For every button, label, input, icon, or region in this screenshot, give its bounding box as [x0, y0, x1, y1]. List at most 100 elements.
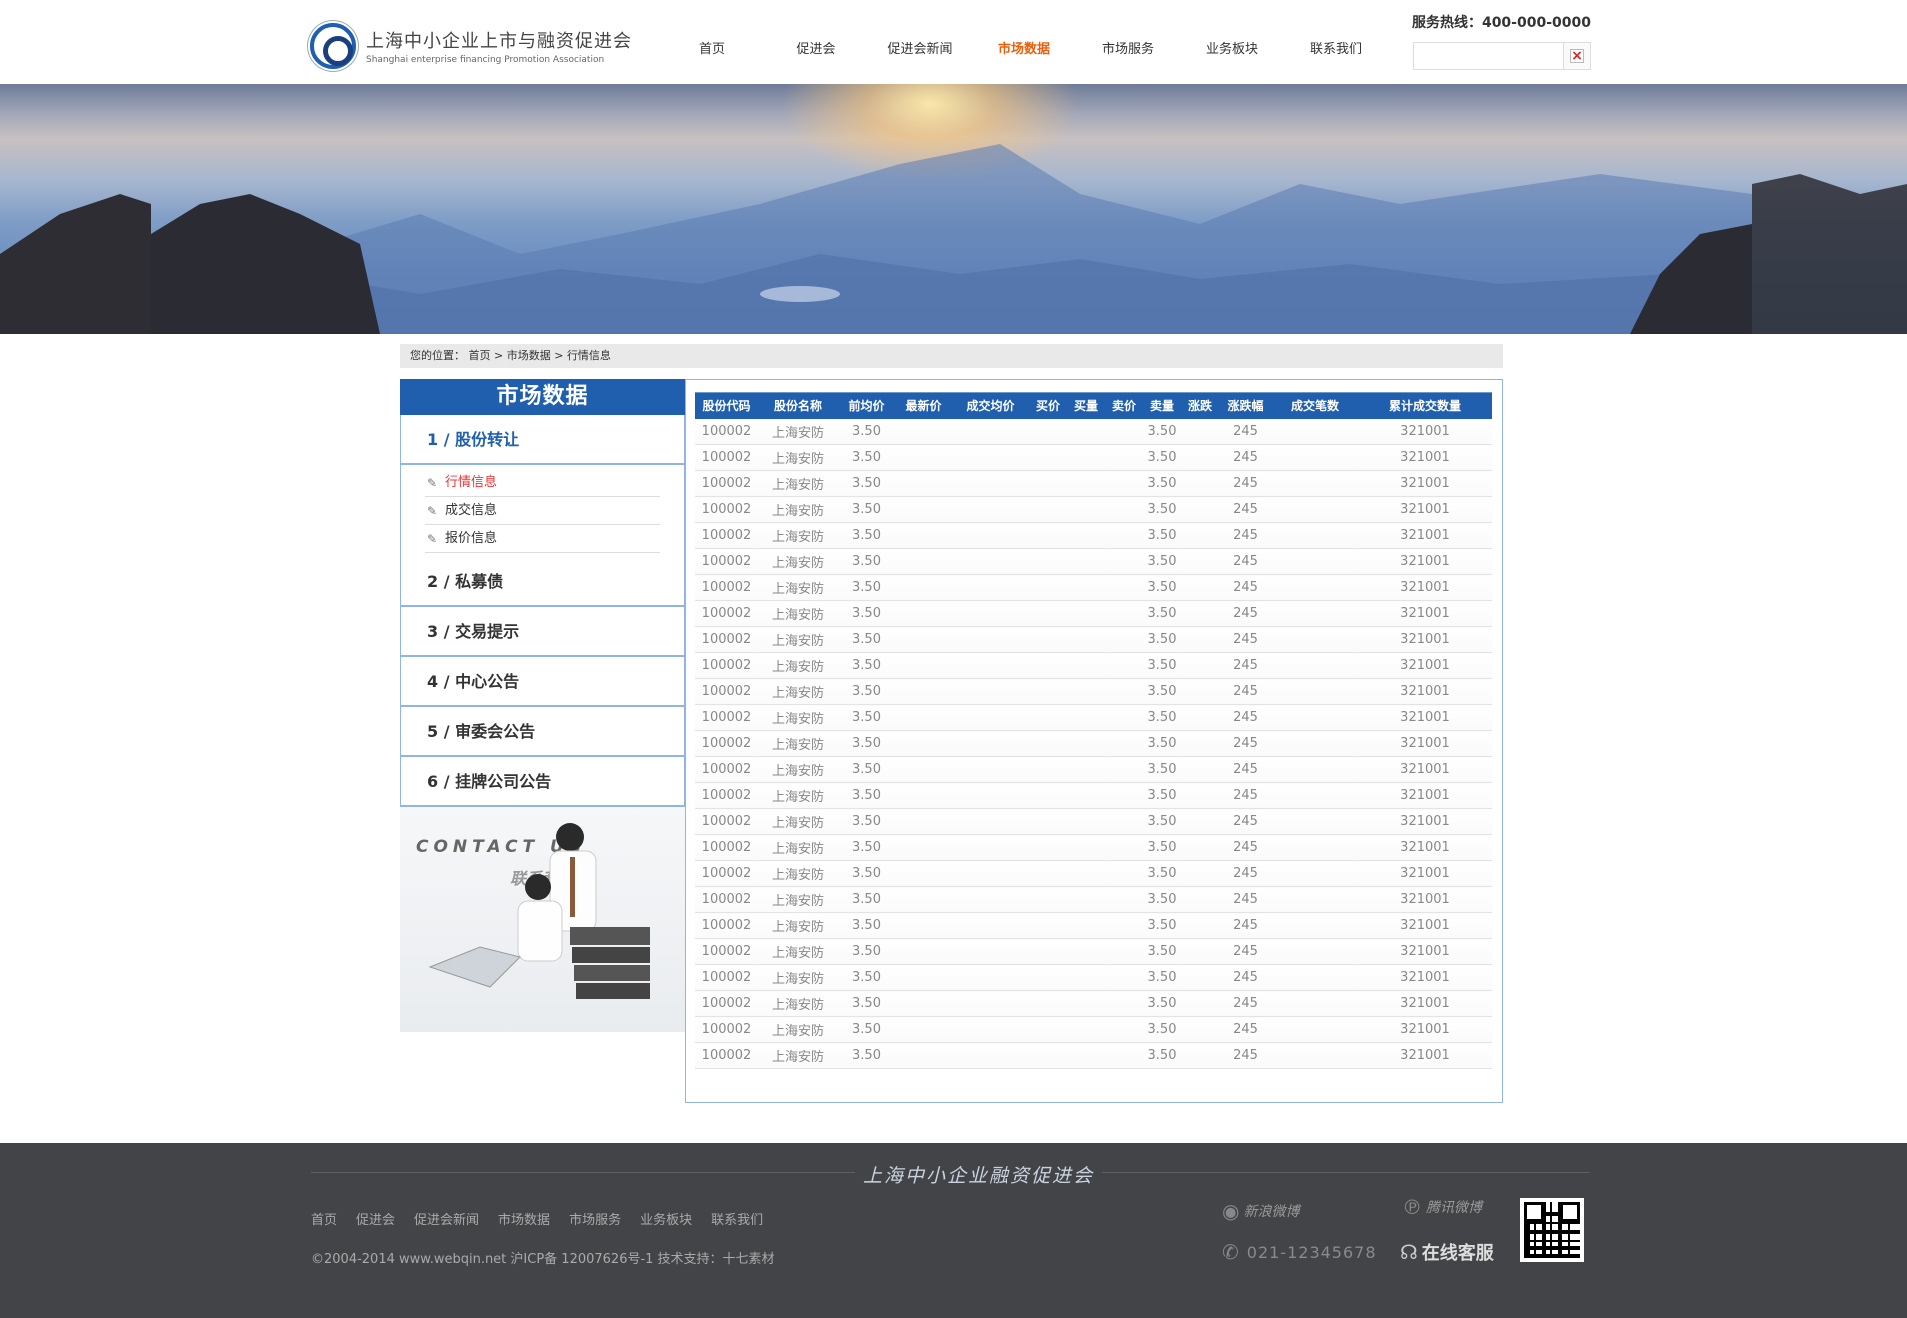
footer-nav-home[interactable]: 首页 — [311, 1209, 337, 1228]
online-service-link[interactable]: ☊ 在线客服 — [1400, 1239, 1494, 1265]
table-cell: 3.50 — [838, 938, 895, 965]
sidebar-item-center-notice[interactable]: 4 / 中心公告 — [401, 657, 684, 707]
table-row[interactable]: 100002 上海安防 3.50 3.50 245 321001 — [695, 990, 1492, 1017]
table-cell: 3.50 — [838, 964, 895, 991]
table-row[interactable]: 100002 上海安防 3.50 3.50 245 321001 — [695, 522, 1492, 549]
table-cell: 321001 — [1358, 886, 1492, 913]
table-cell: 3.50 — [838, 782, 895, 809]
table-row[interactable]: 100002 上海安防 3.50 3.50 245 321001 — [695, 600, 1492, 627]
table-cell — [952, 990, 1029, 1017]
sidebar-item-private-bond[interactable]: 2 / 私募债 — [401, 557, 684, 607]
table-cell — [1067, 860, 1105, 887]
nav-business[interactable]: 业务板块 — [1180, 38, 1284, 57]
table-cell: 上海安防 — [758, 626, 838, 653]
table-row[interactable]: 100002 上海安防 3.50 3.50 245 321001 — [695, 912, 1492, 939]
table-cell: 3.50 — [838, 522, 895, 549]
sidebar-subitem-quotes[interactable]: ✎ 行情信息 — [425, 469, 660, 497]
footer-nav-contact[interactable]: 联系我们 — [711, 1209, 763, 1228]
table-cell — [1272, 886, 1358, 913]
table-row[interactable]: 100002 上海安防 3.50 3.50 245 321001 — [695, 834, 1492, 861]
table-row[interactable]: 100002 上海安防 3.50 3.50 245 321001 — [695, 496, 1492, 523]
table-cell — [952, 470, 1029, 497]
table-row[interactable]: 100002 上海安防 3.50 3.50 245 321001 — [695, 860, 1492, 887]
tencent-weibo-link[interactable]: ℗ 腾讯微博 — [1402, 1195, 1482, 1219]
nav-association[interactable]: 促进会 — [764, 38, 868, 57]
table-cell: 100002 — [695, 860, 758, 887]
table-cell — [1105, 886, 1143, 913]
table-row[interactable]: 100002 上海安防 3.50 3.50 245 321001 — [695, 652, 1492, 679]
table-cell — [1272, 756, 1358, 783]
sidebar-item-share-transfer[interactable]: 1 / 股份转让 — [401, 415, 684, 465]
table-cell — [1181, 548, 1219, 575]
table-cell — [1272, 1016, 1358, 1043]
sidebar-item-listed-notice[interactable]: 6 / 挂牌公司公告 — [401, 757, 684, 807]
breadcrumb-market-data[interactable]: 市场数据 — [507, 349, 551, 362]
table-cell: 245 — [1219, 444, 1272, 471]
footer-nav-market-service[interactable]: 市场服务 — [569, 1209, 621, 1228]
nav-market-service[interactable]: 市场服务 — [1076, 38, 1180, 57]
table-row[interactable]: 100002 上海安防 3.50 3.50 245 321001 — [695, 444, 1492, 471]
sidebar-subitem-deals[interactable]: ✎ 成交信息 — [425, 497, 660, 525]
table-row[interactable]: 100002 上海安防 3.50 3.50 245 321001 — [695, 1042, 1492, 1069]
table-row[interactable]: 100002 上海安防 3.50 3.50 245 321001 — [695, 678, 1492, 705]
nav-news[interactable]: 促进会新闻 — [868, 38, 972, 57]
table-cell — [1272, 860, 1358, 887]
table-header-cell: 涨跌 — [1181, 392, 1219, 419]
table-cell: 上海安防 — [758, 522, 838, 549]
contact-us-banner[interactable]: CONTACT US 联系我们 — [400, 807, 685, 1032]
nav-home[interactable]: 首页 — [660, 38, 764, 57]
table-row[interactable]: 100002 上海安防 3.50 3.50 245 321001 — [695, 418, 1492, 445]
table-cell — [1029, 730, 1067, 757]
footer-nav-association[interactable]: 促进会 — [356, 1209, 395, 1228]
table-cell: 3.50 — [1143, 574, 1181, 601]
table-row[interactable]: 100002 上海安防 3.50 3.50 245 321001 — [695, 470, 1492, 497]
table-header-cell: 股份名称 — [758, 392, 838, 419]
table-cell — [1272, 964, 1358, 991]
table-row[interactable]: 100002 上海安防 3.50 3.50 245 321001 — [695, 626, 1492, 653]
table-row[interactable]: 100002 上海安防 3.50 3.50 245 321001 — [695, 886, 1492, 913]
table-row[interactable]: 100002 上海安防 3.50 3.50 245 321001 — [695, 782, 1492, 809]
breadcrumb: 您的位置： 首页 > 市场数据 > 行情信息 — [400, 344, 1503, 368]
table-row[interactable]: 100002 上海安防 3.50 3.50 245 321001 — [695, 1016, 1492, 1043]
table-cell — [1272, 730, 1358, 757]
breadcrumb-home[interactable]: 首页 — [469, 349, 491, 362]
table-cell — [895, 964, 952, 991]
breadcrumb-current: 行情信息 — [566, 349, 611, 362]
nav-market-data[interactable]: 市场数据 — [972, 38, 1076, 57]
table-row[interactable]: 100002 上海安防 3.50 3.50 245 321001 — [695, 730, 1492, 757]
table-row[interactable]: 100002 上海安防 3.50 3.50 245 321001 — [695, 964, 1492, 991]
table-cell: 3.50 — [838, 808, 895, 835]
table-cell: 上海安防 — [758, 574, 838, 601]
search-input[interactable] — [1413, 42, 1564, 70]
table-cell — [895, 912, 952, 939]
table-cell: 321001 — [1358, 1042, 1492, 1069]
sidebar-item-trade-tips[interactable]: 3 / 交易提示 — [401, 607, 684, 657]
sidebar-item-committee-notice[interactable]: 5 / 审委会公告 — [401, 707, 684, 757]
table-cell — [1272, 912, 1358, 939]
footer-nav-business[interactable]: 业务板块 — [640, 1209, 692, 1228]
sina-weibo-link[interactable]: ◉ 新浪微博 — [1222, 1199, 1299, 1223]
table-row[interactable]: 100002 上海安防 3.50 3.50 245 321001 — [695, 938, 1492, 965]
table-cell: 100002 — [695, 782, 758, 809]
table-cell — [1105, 1016, 1143, 1043]
table-row[interactable]: 100002 上海安防 3.50 3.50 245 321001 — [695, 808, 1492, 835]
site-logo[interactable]: 上海中小企业上市与融资促进会 Shanghai enterprise finan… — [310, 23, 632, 69]
search-button[interactable]: × — [1564, 42, 1591, 70]
footer-nav-news[interactable]: 促进会新闻 — [414, 1209, 479, 1228]
table-row[interactable]: 100002 上海安防 3.50 3.50 245 321001 — [695, 756, 1492, 783]
table-row[interactable]: 100002 上海安防 3.50 3.50 245 321001 — [695, 704, 1492, 731]
table-cell — [952, 886, 1029, 913]
table-row[interactable]: 100002 上海安防 3.50 3.50 245 321001 — [695, 548, 1492, 575]
table-cell: 245 — [1219, 652, 1272, 679]
sidebar-subitem-offers[interactable]: ✎ 报价信息 — [425, 525, 660, 553]
table-cell — [1181, 704, 1219, 731]
table-cell — [1067, 912, 1105, 939]
table-cell — [952, 418, 1029, 445]
table-cell — [1067, 548, 1105, 575]
table-cell — [1105, 574, 1143, 601]
footer-nav-market-data[interactable]: 市场数据 — [498, 1209, 550, 1228]
nav-contact[interactable]: 联系我们 — [1284, 38, 1388, 57]
table-cell — [952, 652, 1029, 679]
table-row[interactable]: 100002 上海安防 3.50 3.50 245 321001 — [695, 574, 1492, 601]
table-cell: 321001 — [1358, 418, 1492, 445]
